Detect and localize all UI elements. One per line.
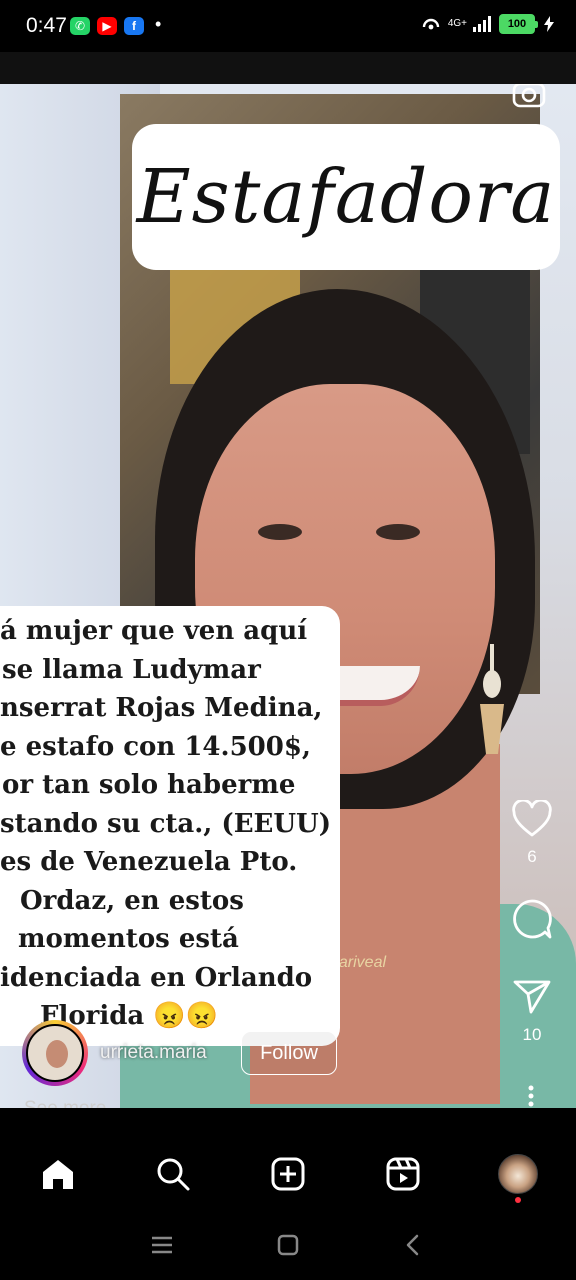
caption-line: es de Venezuela Pto. — [0, 847, 298, 877]
battery-level: 100 — [499, 14, 535, 34]
overlay-title: Estafadora — [136, 154, 556, 240]
follow-button[interactable]: Follow — [241, 1031, 337, 1075]
system-nav-bar — [0, 1208, 576, 1280]
share-action[interactable]: 10 — [504, 978, 560, 1045]
search-icon[interactable] — [155, 1156, 191, 1192]
charging-icon — [544, 16, 554, 32]
nav-search[interactable] — [153, 1154, 193, 1194]
notification-badge — [515, 1197, 521, 1203]
caption-line: stando su cta., (EEUU) — [0, 808, 330, 839]
whatsapp-icon: ✆ — [70, 17, 90, 35]
comment-action[interactable] — [504, 898, 560, 945]
earring — [480, 644, 504, 754]
caption-line: e estafo con 14.500$, — [0, 731, 311, 762]
author-avatar[interactable] — [22, 1020, 88, 1086]
caption-line: nserrat Rojas Medina, — [0, 693, 323, 723]
nav-home[interactable] — [38, 1154, 78, 1194]
reel-media[interactable]: Lariveal Estafadora á mujer que ven aquí… — [0, 84, 576, 1108]
caption-line: idenciada en Orlando — [0, 962, 313, 993]
necklace-pendant: Lariveal — [330, 954, 387, 971]
avatar-image — [26, 1024, 84, 1082]
more-options-icon[interactable] — [527, 1084, 535, 1108]
comment-icon[interactable] — [511, 898, 553, 940]
caption-line: or tan solo haberme — [2, 770, 296, 800]
caption-line: á mujer que ven aquí — [0, 616, 308, 646]
top-spacer — [0, 52, 576, 84]
avatar-face — [46, 1040, 68, 1068]
eye — [376, 524, 420, 540]
youtube-icon: ▶ — [97, 17, 117, 35]
overlay-title-card: Estafadora — [132, 124, 560, 270]
add-post-icon[interactable] — [270, 1156, 306, 1192]
notification-dot: • — [155, 14, 162, 34]
send-icon[interactable] — [512, 978, 552, 1016]
menu-icon[interactable] — [149, 1232, 175, 1258]
heart-icon[interactable] — [512, 798, 552, 838]
like-count: 6 — [527, 847, 537, 866]
overlay-caption: á mujer que ven aquí se llama Ludymar ns… — [0, 606, 340, 1046]
battery-indicator: 100 — [499, 14, 538, 34]
signal-icon — [473, 16, 491, 32]
bottom-nav — [0, 1108, 576, 1208]
caption-line: Ordaz, en estos — [20, 885, 244, 916]
nav-profile[interactable] — [498, 1154, 538, 1194]
caption-line: se llama Ludymar — [2, 654, 261, 685]
back-icon[interactable] — [400, 1232, 426, 1258]
profile-avatar[interactable] — [498, 1154, 538, 1194]
status-time: 0:47 — [26, 14, 67, 37]
nav-reels[interactable] — [383, 1154, 423, 1194]
home-icon[interactable] — [40, 1157, 76, 1191]
status-right: 4G+ 100 — [420, 14, 554, 34]
camera-icon[interactable] — [512, 84, 546, 108]
like-action[interactable]: 6 — [504, 798, 560, 867]
author-username[interactable]: urrieta.maria — [100, 1042, 207, 1064]
nav-create[interactable] — [268, 1154, 308, 1194]
battery-tip — [535, 20, 538, 28]
network-type: 4G+ — [447, 18, 467, 29]
home-button-icon[interactable] — [275, 1232, 301, 1258]
facebook-icon: f — [124, 17, 144, 35]
eye — [258, 524, 302, 540]
status-bar: 0:47 ✆ ▶ f • 4G+ 100 — [0, 0, 576, 52]
hotspot-icon — [422, 18, 440, 30]
share-count: 10 — [522, 1025, 542, 1044]
reels-icon[interactable] — [385, 1156, 421, 1192]
caption-line: momentos está — [18, 924, 239, 954]
